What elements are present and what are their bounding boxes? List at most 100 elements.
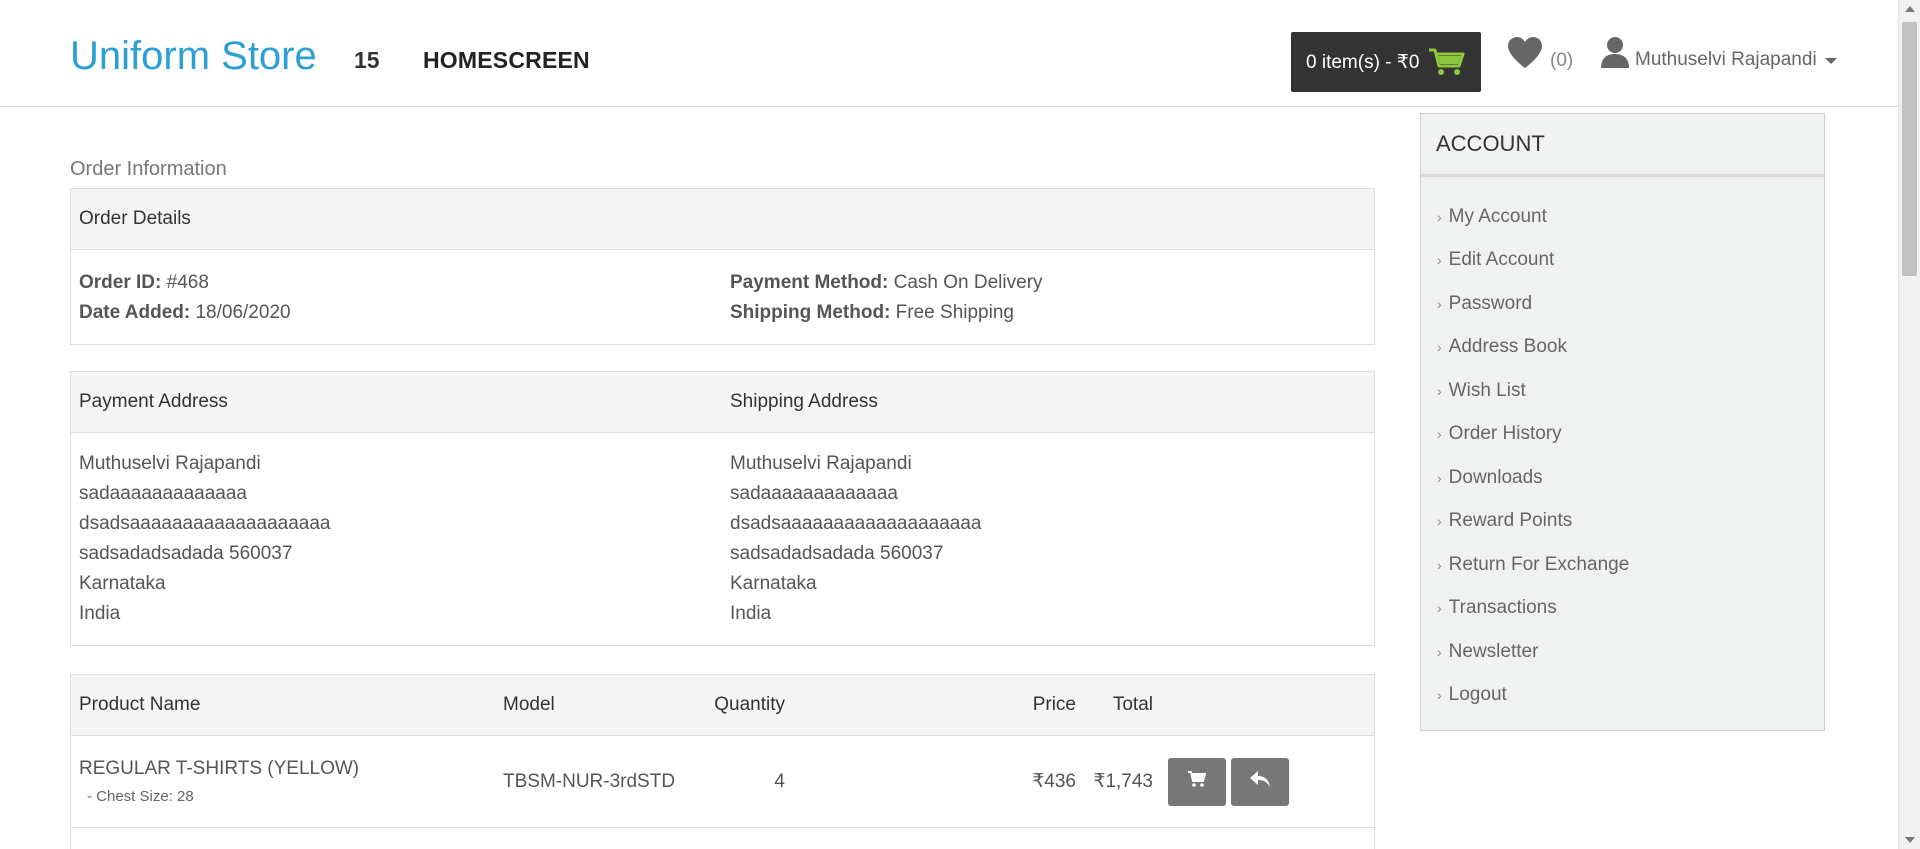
chevron-right-icon: › [1437,687,1442,704]
table-row: REGULAR T-SHIRTS (YELLOW) - Chest Size: … [71,736,1374,828]
order-id-value: #468 [161,272,209,293]
user-name: Muthuselvi Rajapandi [1635,49,1817,70]
product-name: REGULAR T-SHIRTS (YELLOW) [79,758,360,779]
address-line: Muthuselvi Rajapandi [79,453,261,474]
chevron-right-icon: › [1437,426,1442,443]
address-line: Karnataka [730,573,817,594]
shipping-address-title: Shipping Address [730,391,878,412]
sidebar-item-label: Wish List [1448,379,1526,401]
user-menu-dropdown[interactable]: Muthuselvi Rajapandi [1601,36,1837,74]
address-line: sadaaaaaaaaaaaaa [730,483,899,504]
address-line: India [79,603,121,624]
scrollbar-thumb[interactable] [1902,22,1917,276]
chevron-right-icon: › [1437,643,1442,660]
shipping-method-line: Shipping Method: Free Shipping [730,298,1373,328]
nav-homescreen-link[interactable]: HOMESCREEN [423,47,590,74]
address-line: Karnataka [79,573,166,594]
reply-icon [1249,769,1271,795]
heart-icon [1506,36,1544,76]
shipping-address: Muthuselvi Rajapandi sadaaaaaaaaaaaaa ds… [722,449,1373,629]
date-added-line: Date Added: 18/06/2020 [79,298,722,328]
reorder-button[interactable] [1168,757,1226,806]
chevron-right-icon: › [1437,252,1442,269]
sidebar-item-my-account[interactable]: › My Account [1421,195,1824,239]
col-price: Price [1032,694,1076,715]
user-icon [1601,36,1629,74]
product-option: - Chest Size: 28 [87,788,194,805]
chevron-right-icon: › [1437,556,1442,573]
sidebar-item-address-book[interactable]: › Address Book [1421,326,1824,370]
col-total: Total [1112,694,1153,715]
addresses-header: Payment Address Shipping Address [71,372,1374,433]
date-added-value: 18/06/2020 [190,302,291,323]
col-product-name: Product Name [79,694,201,715]
sidebar-item-reward-points[interactable]: › Reward Points [1421,500,1824,544]
wishlist-count: (0) [1550,50,1574,71]
chevron-right-icon: › [1437,339,1442,356]
address-line: India [730,603,772,624]
sidebar-item-downloads[interactable]: › Downloads [1421,456,1824,500]
sidebar-item-edit-account[interactable]: › Edit Account [1421,239,1824,283]
sidebar-title: ACCOUNT [1421,114,1824,177]
address-line: sadaaaaaaaaaaaaa [79,483,248,504]
sidebar-item-return-for-exchange[interactable]: › Return For Exchange [1421,543,1824,587]
product-name-cell: REGULAR T-SHIRTS (YELLOW) - Chest Size: … [71,758,495,805]
payment-address-title: Payment Address [79,391,228,412]
chevron-right-icon: › [1437,600,1442,617]
shipping-method-label: Shipping Method: [730,302,891,323]
cart-button[interactable]: 0 item(s) - ₹0 [1291,32,1481,92]
address-line: sadsadadsadada 560037 [730,543,944,564]
shipping-method-value: Free Shipping [890,302,1014,323]
sidebar-item-logout[interactable]: › Logout [1421,674,1824,718]
product-price: ₹436 [1032,771,1076,792]
cart-icon [1427,46,1467,78]
sidebar-item-transactions[interactable]: › Transactions [1421,587,1824,631]
account-sidebar: ACCOUNT › My Account › Edit Account › Passw… [1420,113,1825,731]
return-button[interactable] [1231,757,1289,806]
sidebar-item-label: Order History [1448,423,1562,445]
sidebar-item-label: Address Book [1448,336,1567,358]
products-table: Product Name Model Quantity Price Total … [70,674,1375,849]
scroll-down-arrow-icon[interactable] [1905,837,1915,843]
row-actions [1168,757,1289,806]
sidebar-item-label: Logout [1448,684,1507,706]
sidebar-item-label: Reward Points [1448,510,1573,532]
account-menu: › My Account › Edit Account › Password › Add… [1421,177,1824,717]
page-scrollbar[interactable] [1898,0,1920,849]
sidebar-item-label: My Account [1448,205,1547,227]
date-added-label: Date Added: [79,302,191,323]
cart-total-label: 0 item(s) - ₹0 [1306,51,1420,73]
address-line: dsadsaaaaaaaaaaaaaaaaaaa [730,513,982,534]
wishlist-link[interactable]: (0) [1506,36,1573,76]
sidebar-item-label: Edit Account [1448,249,1555,271]
payment-address: Muthuselvi Rajapandi sadaaaaaaaaaaaaa ds… [71,449,722,629]
chevron-down-icon [1824,58,1837,64]
sidebar-item-label: Newsletter [1448,640,1539,662]
sidebar-item-password[interactable]: › Password [1421,282,1824,326]
order-details-title: Order Details [71,189,1374,250]
chevron-right-icon: › [1437,513,1442,530]
page-title: Order Information [70,158,227,180]
nav-number-link[interactable]: 15 [354,47,380,74]
sidebar-item-wish-list[interactable]: › Wish List [1421,369,1824,413]
sidebar-item-label: Return For Exchange [1448,553,1630,575]
scroll-up-arrow-icon[interactable] [1905,6,1915,12]
sidebar-item-label: Password [1448,292,1533,314]
address-line: dsadsaaaaaaaaaaaaaaaaaaa [79,513,331,534]
payment-method-label: Payment Method: [730,272,889,293]
chevron-right-icon: › [1437,469,1442,486]
chevron-right-icon: › [1437,208,1442,225]
store-logo-link[interactable]: Uniform Store [70,34,317,79]
cart-icon [1187,770,1207,794]
payment-method-line: Payment Method: Cash On Delivery [730,268,1373,298]
top-header: Uniform Store 15 HOMESCREEN 0 item(s) - … [0,0,1898,107]
sidebar-item-label: Transactions [1448,597,1557,619]
address-line: Muthuselvi Rajapandi [730,453,912,474]
sidebar-item-order-history[interactable]: › Order History [1421,413,1824,457]
col-quantity: Quantity [714,694,785,715]
sidebar-item-newsletter[interactable]: › Newsletter [1421,630,1824,674]
addresses-panel: Payment Address Shipping Address Muthuse… [70,371,1375,646]
col-model: Model [503,694,555,715]
product-model: TBSM-NUR-3rdSTD [503,770,676,792]
order-id-line: Order ID: #468 [79,268,722,298]
